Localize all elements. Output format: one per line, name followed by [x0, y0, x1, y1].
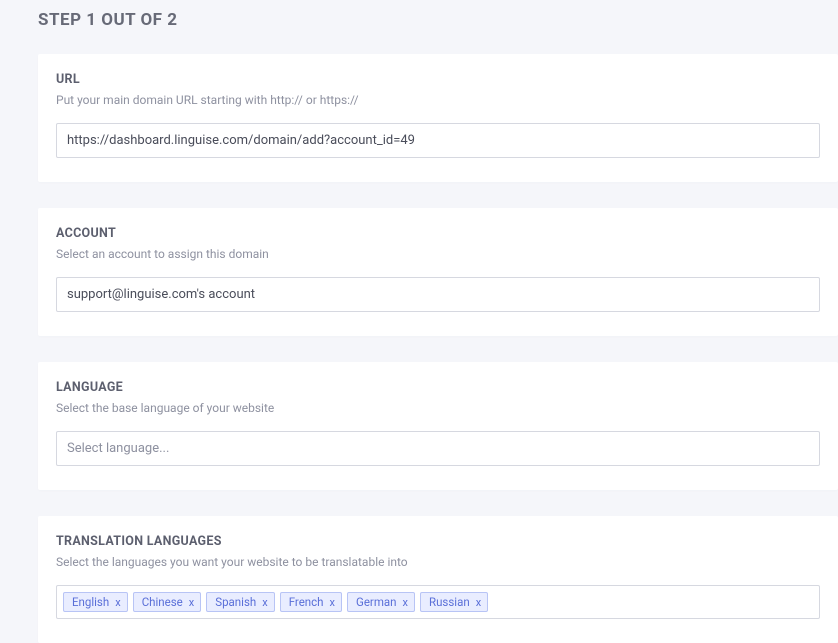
language-select[interactable]: Select language... [56, 431, 820, 466]
account-title: ACCOUNT [56, 226, 820, 241]
language-tag: Spanish x [206, 592, 274, 612]
language-desc: Select the base language of your website [56, 401, 820, 415]
language-tag: English x [63, 592, 128, 612]
translation-tags-input[interactable]: EnglishxChinesexSpanishxFrenchxGermanxRu… [56, 585, 820, 619]
language-tag-label: Spanish [215, 595, 256, 609]
url-title: URL [56, 72, 820, 87]
translation-card: TRANSLATION LANGUAGES Select the languag… [38, 516, 838, 643]
remove-tag-icon[interactable]: x [403, 597, 408, 608]
account-desc: Select an account to assign this domain [56, 247, 820, 261]
remove-tag-icon[interactable]: x [262, 597, 267, 608]
url-desc: Put your main domain URL starting with h… [56, 93, 820, 107]
step-header: STEP 1 OUT OF 2 [38, 10, 838, 30]
remove-tag-icon[interactable]: x [115, 597, 120, 608]
remove-tag-icon[interactable]: x [330, 597, 335, 608]
language-tag-label: German [356, 595, 397, 609]
url-input[interactable] [56, 123, 820, 158]
language-title: LANGUAGE [56, 380, 820, 395]
url-card: URL Put your main domain URL starting wi… [38, 54, 838, 182]
account-select[interactable] [56, 277, 820, 312]
language-tag-label: Chinese [142, 595, 183, 609]
language-tag: Russian x [420, 592, 488, 612]
language-tag-label: Russian [429, 595, 470, 609]
language-tag-label: English [72, 595, 109, 609]
language-tag-label: French [289, 595, 324, 609]
language-placeholder: Select language... [67, 441, 169, 456]
account-card: ACCOUNT Select an account to assign this… [38, 208, 838, 336]
language-tag: Chinese x [133, 592, 202, 612]
language-card: LANGUAGE Select the base language of you… [38, 362, 838, 490]
remove-tag-icon[interactable]: x [476, 597, 481, 608]
translation-title: TRANSLATION LANGUAGES [56, 534, 820, 549]
remove-tag-icon[interactable]: x [189, 597, 194, 608]
language-tag: Frenchx [280, 592, 342, 612]
translation-desc: Select the languages you want your websi… [56, 555, 820, 569]
language-tag: Germanx [347, 592, 415, 612]
